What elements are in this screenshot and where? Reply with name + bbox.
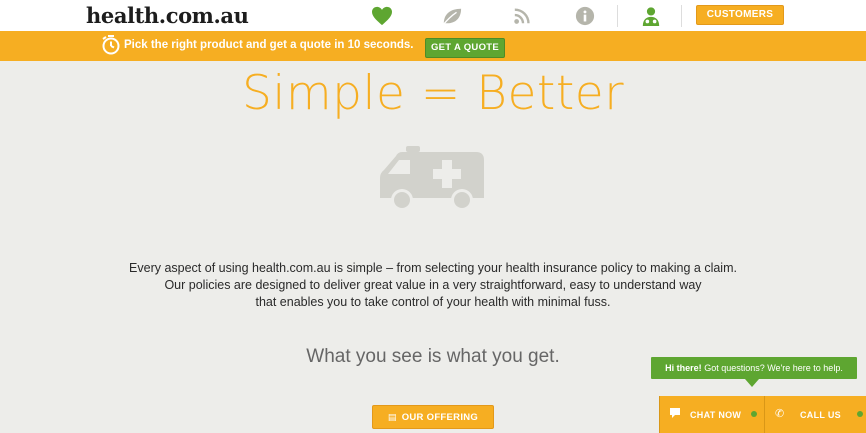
chat-tooltip[interactable]: Hi there! Got questions? We're here to h…	[651, 357, 857, 379]
chat-tooltip-text: Got questions? We're here to help.	[701, 363, 843, 373]
document-icon: ▤	[387, 412, 397, 422]
chat-now-label: CHAT NOW	[690, 410, 742, 420]
chat-status-dot	[751, 411, 757, 417]
intro-paragraph: Every aspect of using health.com.au is s…	[0, 260, 866, 311]
nav-divider	[681, 5, 682, 27]
stopwatch-icon	[102, 35, 120, 55]
chat-now-button[interactable]: CHAT NOW	[659, 396, 764, 433]
intro-line: that enables you to take control of your…	[255, 295, 611, 309]
intro-line: Every aspect of using health.com.au is s…	[129, 261, 737, 275]
chat-tooltip-greeting: Hi there!	[665, 363, 702, 373]
chat-tooltip-arrow	[745, 379, 759, 387]
doctor-icon[interactable]	[640, 6, 662, 26]
call-status-dot	[857, 411, 863, 417]
our-offering-label: OUR OFFERING	[401, 412, 479, 423]
leaf-icon[interactable]	[441, 6, 463, 26]
heart-icon[interactable]	[371, 6, 393, 26]
phone-icon: ✆	[775, 408, 785, 420]
page-headline: Simple = Better	[241, 66, 625, 121]
get-quote-button[interactable]: GET A QUOTE	[425, 38, 505, 58]
quote-bar: Pick the right product and get a quote i…	[0, 31, 866, 61]
intro-line: Our policies are designed to deliver gre…	[164, 278, 702, 292]
customers-button[interactable]: CUSTOMERS	[696, 5, 784, 25]
call-us-button[interactable]: ✆ CALL US	[764, 396, 866, 433]
nav-divider	[617, 5, 618, 27]
top-header: health.com.au CUSTOMERS	[0, 0, 866, 32]
chat-bubble-icon	[670, 408, 680, 418]
quote-bar-text: Pick the right product and get a quote i…	[124, 39, 414, 51]
rss-icon[interactable]	[512, 6, 534, 26]
ambulance-icon	[380, 146, 484, 211]
info-icon[interactable]	[574, 6, 596, 26]
our-offering-button[interactable]: ▤ OUR OFFERING	[372, 405, 494, 429]
site-logo[interactable]: health.com.au	[86, 3, 249, 28]
call-us-label: CALL US	[800, 410, 841, 420]
